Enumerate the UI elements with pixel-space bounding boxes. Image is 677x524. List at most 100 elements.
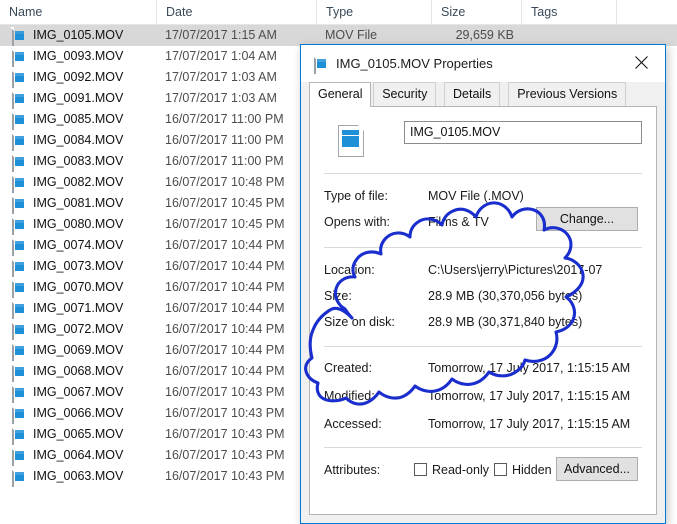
hidden-checkbox[interactable]: Hidden bbox=[494, 461, 552, 480]
mov-file-icon bbox=[12, 300, 25, 319]
file-date-cell: 16/07/2017 10:43 PM bbox=[165, 385, 285, 399]
tab-previous-versions[interactable]: Previous Versions bbox=[508, 82, 627, 106]
column-header-spacer bbox=[616, 0, 677, 25]
mov-file-icon bbox=[314, 55, 327, 74]
field-location: Location: C:\Users\jerry\Pictures\2017-0… bbox=[324, 261, 642, 280]
field-label: Accessed: bbox=[324, 417, 382, 431]
field-size: Size: 28.9 MB (30,370,056 bytes) bbox=[324, 287, 642, 306]
file-name-cell: IMG_0073.MOV bbox=[33, 259, 124, 273]
field-label: Size: bbox=[324, 289, 352, 303]
field-size-on-disk: Size on disk: 28.9 MB (30,371,840 bytes) bbox=[324, 313, 642, 332]
file-name-cell: IMG_0067.MOV bbox=[33, 385, 124, 399]
file-name-cell: IMG_0063.MOV bbox=[33, 469, 124, 483]
file-date-cell: 16/07/2017 10:43 PM bbox=[165, 469, 285, 483]
file-name-cell: IMG_0068.MOV bbox=[33, 364, 124, 378]
mov-file-icon bbox=[12, 153, 25, 172]
file-date-cell: 16/07/2017 10:44 PM bbox=[165, 238, 285, 252]
general-tab-panel: IMG_0105.MOV Type of file: MOV File (.MO… bbox=[309, 106, 657, 515]
mov-file-large-icon bbox=[338, 124, 365, 157]
dialog-titlebar[interactable]: IMG_0105.MOV Properties bbox=[301, 45, 665, 82]
filename-input[interactable]: IMG_0105.MOV bbox=[404, 121, 642, 144]
file-type-cell: MOV File bbox=[325, 28, 378, 42]
divider-4 bbox=[324, 447, 642, 448]
tab-general[interactable]: General bbox=[309, 82, 372, 107]
column-header-date[interactable]: Date bbox=[156, 0, 316, 25]
file-name-cell: IMG_0083.MOV bbox=[33, 154, 124, 168]
column-header-type[interactable]: Type bbox=[316, 0, 431, 25]
file-name-cell: IMG_0069.MOV bbox=[33, 343, 124, 357]
file-name-cell: IMG_0081.MOV bbox=[33, 196, 124, 210]
tab-security[interactable]: Security bbox=[373, 82, 437, 106]
attributes-label: Attributes: bbox=[324, 463, 381, 477]
file-date-cell: 16/07/2017 10:43 PM bbox=[165, 406, 285, 420]
mov-file-icon bbox=[12, 27, 25, 46]
mov-file-icon bbox=[12, 237, 25, 256]
table-row[interactable]: IMG_0105.MOV 17/07/2017 1:15 AM MOV File 29… bbox=[0, 25, 677, 46]
file-date-cell: 17/07/2017 1:04 AM bbox=[165, 49, 277, 63]
field-value: Tomorrow, 17 July 2017, 1:15:15 AM bbox=[428, 361, 631, 375]
column-header-row: Name Date Type Size Tags bbox=[0, 0, 677, 25]
readonly-checkbox[interactable]: Read-only bbox=[414, 461, 489, 480]
column-header-name[interactable]: Name bbox=[0, 0, 156, 25]
file-name-cell: IMG_0066.MOV bbox=[33, 406, 124, 420]
mov-file-icon bbox=[12, 447, 25, 466]
file-date-cell: 16/07/2017 10:44 PM bbox=[165, 259, 285, 273]
file-name-row: IMG_0105.MOV bbox=[324, 121, 642, 161]
readonly-label: Read-only bbox=[432, 463, 489, 477]
mov-file-icon bbox=[12, 384, 25, 403]
mov-file-icon bbox=[12, 279, 25, 298]
file-name-cell: IMG_0084.MOV bbox=[33, 133, 124, 147]
properties-dialog[interactable]: IMG_0105.MOV Properties General Security D… bbox=[300, 44, 666, 524]
file-date-cell: 17/07/2017 1:03 AM bbox=[165, 91, 277, 105]
file-date-cell: 16/07/2017 11:00 PM bbox=[165, 133, 284, 147]
column-header-type-label: Type bbox=[326, 5, 354, 19]
mov-file-icon bbox=[12, 174, 25, 193]
file-date-cell: 16/07/2017 11:00 PM bbox=[165, 154, 284, 168]
file-name-cell: IMG_0080.MOV bbox=[33, 217, 124, 231]
file-date-cell: 16/07/2017 10:44 PM bbox=[165, 322, 285, 336]
mov-file-icon bbox=[12, 426, 25, 445]
advanced-button[interactable]: Advanced... bbox=[556, 457, 638, 481]
close-button[interactable] bbox=[619, 45, 665, 79]
mov-file-icon bbox=[12, 90, 25, 109]
change-button[interactable]: Change... bbox=[536, 207, 638, 231]
dialog-tabstrip[interactable]: General Security Details Previous Versions bbox=[301, 82, 665, 107]
tab-details[interactable]: Details bbox=[444, 82, 501, 106]
file-size-cell: 29,659 KB bbox=[455, 28, 514, 42]
checkbox-icon bbox=[494, 463, 507, 476]
field-value: C:\Users\jerry\Pictures\2017-07 bbox=[428, 263, 603, 277]
close-icon bbox=[635, 56, 648, 69]
field-type-of-file: Type of file: MOV File (.MOV) bbox=[324, 187, 642, 206]
dialog-title: IMG_0105.MOV Properties bbox=[336, 56, 493, 71]
file-name-cell: IMG_0082.MOV bbox=[33, 175, 124, 189]
mov-file-icon bbox=[12, 48, 25, 67]
file-name-cell: IMG_0093.MOV bbox=[33, 49, 124, 63]
checkbox-icon bbox=[414, 463, 427, 476]
file-date-cell: 16/07/2017 10:44 PM bbox=[165, 364, 285, 378]
column-header-tags[interactable]: Tags bbox=[521, 0, 616, 25]
column-header-size[interactable]: Size bbox=[431, 0, 521, 25]
file-name-cell: IMG_0070.MOV bbox=[33, 280, 124, 294]
divider-1 bbox=[324, 173, 642, 174]
field-value: Tomorrow, 17 July 2017, 1:15:15 AM bbox=[428, 389, 631, 403]
file-name-cell: IMG_0071.MOV bbox=[33, 301, 124, 315]
field-value: 28.9 MB (30,371,840 bytes) bbox=[428, 315, 583, 329]
file-date-cell: 16/07/2017 10:45 PM bbox=[165, 196, 285, 210]
divider-3 bbox=[324, 346, 642, 347]
mov-file-icon bbox=[12, 363, 25, 382]
field-label: Opens with: bbox=[324, 215, 391, 229]
file-name-cell: IMG_0064.MOV bbox=[33, 448, 124, 462]
field-value: 28.9 MB (30,370,056 bytes) bbox=[428, 289, 583, 303]
mov-file-icon bbox=[12, 195, 25, 214]
mov-file-icon bbox=[12, 216, 25, 235]
field-label: Type of file: bbox=[324, 189, 388, 203]
field-label: Location: bbox=[324, 263, 375, 277]
mov-file-icon bbox=[12, 468, 25, 487]
file-date-cell: 16/07/2017 10:44 PM bbox=[165, 301, 285, 315]
file-name-cell: IMG_0091.MOV bbox=[33, 91, 124, 105]
column-header-date-label: Date bbox=[166, 5, 193, 19]
file-name-cell: IMG_0085.MOV bbox=[33, 112, 124, 126]
field-label: Created: bbox=[324, 361, 372, 375]
file-date-cell: 16/07/2017 10:44 PM bbox=[165, 343, 285, 357]
file-date-cell: 16/07/2017 10:43 PM bbox=[165, 427, 285, 441]
